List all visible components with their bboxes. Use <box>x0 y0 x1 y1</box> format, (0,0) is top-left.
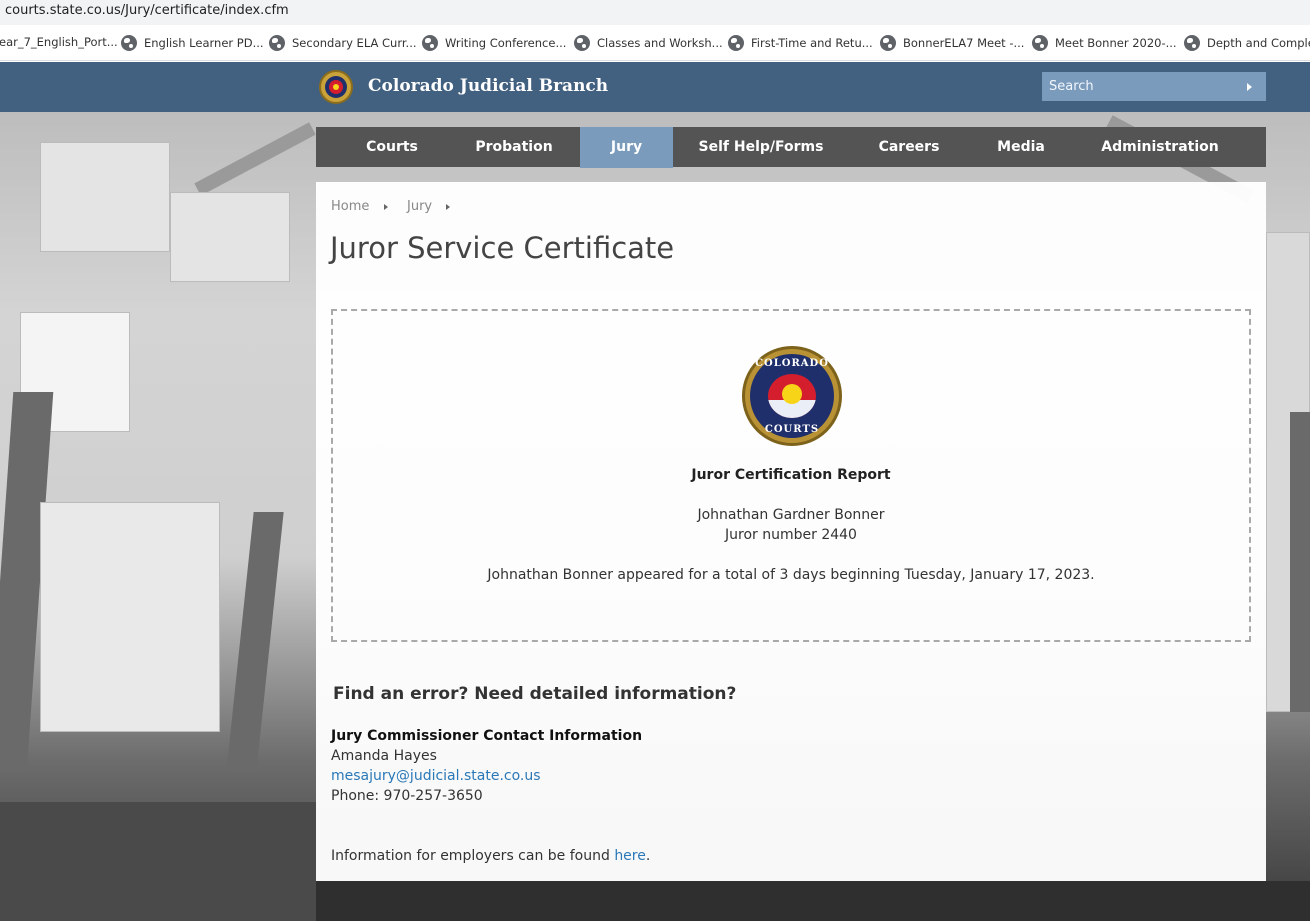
search-input[interactable] <box>1042 72 1242 101</box>
breadcrumb-home[interactable]: Home <box>331 199 369 214</box>
employers-link[interactable]: here <box>614 848 646 864</box>
juror-certificate: COLORADO COURTS Juror Certification Repo… <box>331 309 1251 642</box>
nav-item-jury[interactable]: Jury <box>580 127 673 168</box>
globe-icon <box>1032 35 1048 51</box>
globe-icon <box>880 35 896 51</box>
search-box <box>1042 72 1266 101</box>
globe-icon <box>121 35 137 51</box>
globe-icon <box>728 35 744 51</box>
globe-icon <box>1184 35 1200 51</box>
colorado-courts-seal-icon: COLORADO COURTS <box>742 346 842 446</box>
nav-item-careers[interactable]: Careers <box>871 127 947 167</box>
url-text[interactable]: courts.state.co.us/Jury/certificate/inde… <box>5 3 289 18</box>
bookmark-item[interactable]: Secondary ELA Curr... <box>269 35 417 51</box>
seal-bottom-text: COURTS <box>764 424 820 435</box>
breadcrumb-arrow-icon <box>446 204 450 210</box>
help-heading: Find an error? Need detailed information… <box>333 684 737 704</box>
nav-item-probation[interactable]: Probation <box>466 127 562 167</box>
breadcrumb-arrow-icon <box>384 204 388 210</box>
globe-icon <box>574 35 590 51</box>
service-summary: Johnathan Bonner appeared for a total of… <box>487 567 1095 583</box>
globe-icon <box>269 35 285 51</box>
bookmarks-bar: ear_7_English_Port... English Learner PD… <box>0 25 1310 61</box>
contact-email-link[interactable]: mesajury@judicial.state.co.us <box>331 768 541 784</box>
nav-item-self-help-forms[interactable]: Self Help/Forms <box>696 127 826 167</box>
contact-email-container: mesajury@judicial.state.co.us <box>331 768 541 784</box>
employers-text: Information for employers can be found <box>331 848 615 864</box>
bookmark-item[interactable]: ear_7_English_Port... <box>0 35 118 49</box>
seal-top-text: COLORADO <box>755 358 829 369</box>
bookmark-item[interactable]: Meet Bonner 2020-... <box>1032 35 1177 51</box>
main-content: Home Jury Juror Service Certificate COLO… <box>316 182 1266 881</box>
contact-name: Amanda Hayes <box>331 748 437 764</box>
page-title: Juror Service Certificate <box>330 231 675 265</box>
site-title[interactable]: Colorado Judicial Branch <box>368 76 608 96</box>
bookmark-item[interactable]: First-Time and Retu... <box>728 35 873 51</box>
address-bar[interactable]: courts.state.co.us/Jury/certificate/inde… <box>0 0 1310 25</box>
nav-item-media[interactable]: Media <box>986 127 1056 167</box>
nav-item-administration[interactable]: Administration <box>1096 127 1224 167</box>
contact-heading: Jury Commissioner Contact Information <box>331 728 643 744</box>
employers-end: . <box>645 848 651 864</box>
bookmark-item[interactable]: Writing Conference... <box>422 35 566 51</box>
nav-item-courts[interactable]: Courts <box>354 127 430 167</box>
breadcrumb-jury[interactable]: Jury <box>407 199 432 214</box>
juror-number: Juror number 2440 <box>725 527 857 543</box>
bookmark-item[interactable]: Depth and Comple... <box>1184 35 1310 51</box>
bookmark-item[interactable]: English Learner PD... <box>121 35 264 51</box>
certificate-heading: Juror Certification Report <box>691 467 891 483</box>
main-nav: Courts Probation Jury Self Help/Forms Ca… <box>316 127 1266 168</box>
bookmark-item[interactable]: BonnerELA7 Meet -... <box>880 35 1024 51</box>
globe-icon <box>422 35 438 51</box>
contact-phone: Phone: 970-257-3650 <box>331 788 483 804</box>
bookmark-item[interactable]: Classes and Worksh... <box>574 35 723 51</box>
employers-info: Information for employers can be found h… <box>331 848 650 864</box>
colorado-courts-logo-icon[interactable] <box>319 70 353 104</box>
search-submit-icon[interactable] <box>1247 83 1252 91</box>
juror-name: Johnathan Gardner Bonner <box>697 507 885 523</box>
site-header: Colorado Judicial Branch <box>0 62 1310 112</box>
